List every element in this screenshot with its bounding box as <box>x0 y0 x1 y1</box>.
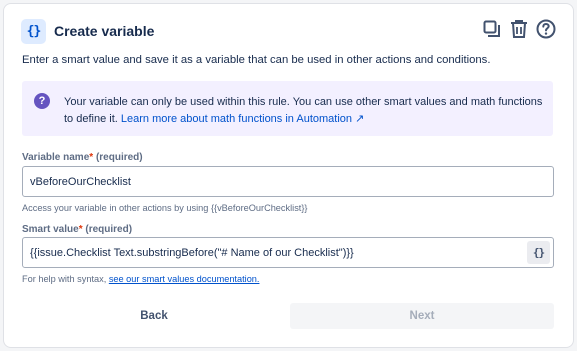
variable-name-input[interactable]: vBeforeOurChecklist <box>22 166 554 197</box>
header-actions <box>482 18 556 40</box>
question-icon: ? <box>34 93 50 109</box>
info-message: ? Your variable can only be used within … <box>22 81 553 136</box>
panel-header: {} Create variable <box>21 18 556 44</box>
back-button[interactable]: Back <box>21 303 287 329</box>
required-text: (required) <box>93 152 143 163</box>
insert-smart-value-button[interactable]: {} <box>527 241 550 264</box>
trash-icon <box>511 20 527 38</box>
variable-name-label-text: Variable name <box>22 152 90 163</box>
smart-values-docs-link[interactable]: see our smart values documentation. <box>109 274 260 284</box>
smart-value-helper-text: For help with syntax, <box>22 274 109 284</box>
required-text: (required) <box>82 224 133 235</box>
variable-name-value: vBeforeOurChecklist <box>30 175 131 188</box>
variable-name-helper: Access your variable in other actions by… <box>22 203 308 213</box>
variable-name-label: Variable name* (required) <box>22 152 143 163</box>
description-text: Enter a smart value and save it as a var… <box>22 54 491 66</box>
panel-title: Create variable <box>54 23 155 39</box>
help-button[interactable] <box>536 18 556 40</box>
smart-value-value: {{issue.Checklist Text.substringBefore("… <box>30 246 354 259</box>
smart-value-input[interactable]: {{issue.Checklist Text.substringBefore("… <box>22 237 554 268</box>
smart-value-label: Smart value* (required) <box>22 224 132 235</box>
duplicate-button[interactable] <box>482 18 502 40</box>
create-variable-panel: {} Create variable Enter a smart value a… <box>3 3 574 348</box>
smart-value-helper: For help with syntax, see our smart valu… <box>22 274 259 284</box>
duplicate-icon <box>483 20 500 37</box>
next-button[interactable]: Next <box>290 303 554 329</box>
smart-value-label-text: Smart value <box>22 224 79 235</box>
info-text: Your variable can only be used within th… <box>64 94 544 128</box>
delete-button[interactable] <box>509 18 529 40</box>
braces-icon: {} <box>21 18 46 44</box>
help-icon <box>536 19 556 39</box>
math-functions-link[interactable]: Learn more about math functions in Autom… <box>121 113 364 125</box>
